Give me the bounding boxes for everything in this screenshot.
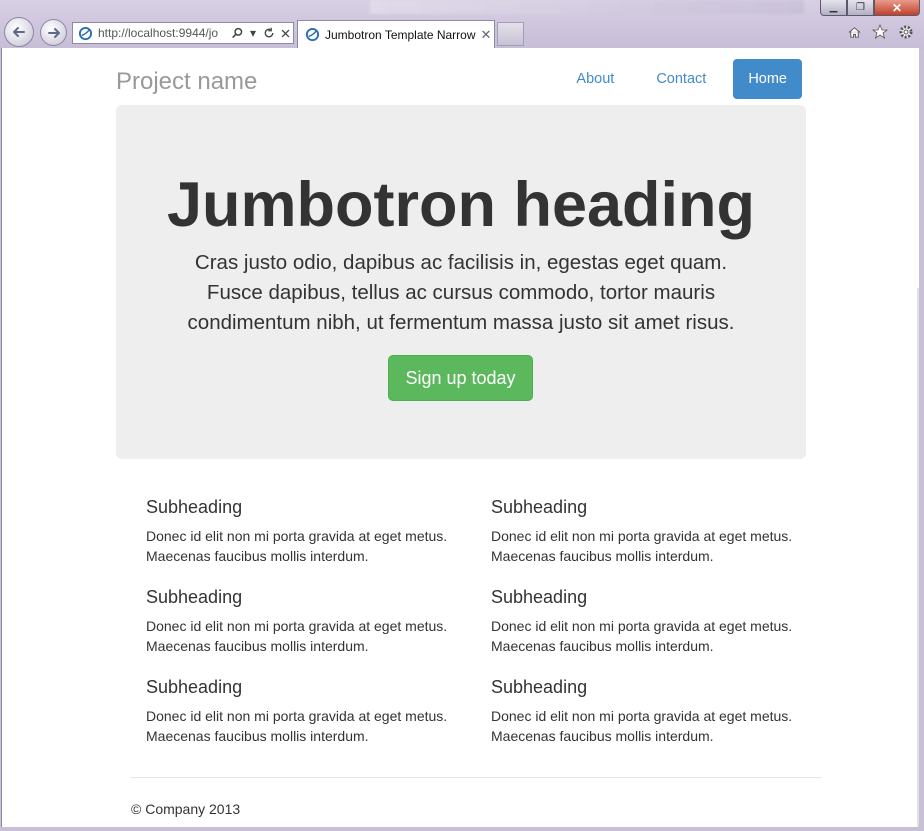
- address-url[interactable]: http://localhost:9944/jo: [98, 26, 229, 40]
- background-blur: [370, 0, 804, 14]
- subheading: Subheading: [146, 587, 243, 607]
- footer-copyright: © Company 2013: [131, 801, 241, 817]
- marketing-text: Donec id elit non mi porta gravida at eg…: [146, 528, 448, 564]
- browser-chrome: http://localhost:9944/jo ▾ Jumbotron Tem…: [0, 0, 924, 50]
- subheading: Subheading: [146, 677, 243, 697]
- site-footer: © Company 2013: [131, 777, 821, 817]
- address-bar[interactable]: http://localhost:9944/jo ▾: [72, 22, 294, 44]
- marketing-item: Subheading Donec id elit non mi porta gr…: [146, 676, 466, 746]
- maximize-button[interactable]: ❐: [847, 0, 874, 16]
- tab-close-icon[interactable]: ✕: [478, 27, 494, 43]
- minimize-button[interactable]: ▁: [820, 0, 847, 16]
- tab-title: Jumbotron Template Narrow: [325, 27, 476, 42]
- marketing-text: Donec id elit non mi porta gravida at eg…: [491, 618, 793, 654]
- browser-toolbar: [846, 24, 914, 40]
- close-window-button[interactable]: ✕: [874, 0, 920, 16]
- site-nav: About Contact Home: [549, 59, 802, 99]
- new-tab-button[interactable]: [497, 22, 524, 46]
- search-icon[interactable]: [229, 24, 245, 42]
- marketing-item: Subheading Donec id elit non mi porta gr…: [491, 676, 811, 746]
- home-icon[interactable]: [846, 24, 862, 40]
- address-url-rest: :9944/jo: [175, 26, 219, 40]
- forward-button[interactable]: [40, 19, 67, 46]
- site-header: Project name About Contact Home: [116, 48, 806, 104]
- marketing-item: Subheading Donec id elit non mi porta gr…: [491, 496, 811, 566]
- jumbotron: Jumbotron heading Cras justo odio, dapib…: [116, 105, 806, 459]
- star-icon[interactable]: [872, 24, 888, 40]
- brand-title: Project name: [116, 68, 258, 95]
- subheading: Subheading: [146, 497, 243, 517]
- page-viewport: Project name About Contact Home Jumbotro…: [1, 48, 919, 827]
- page-container: Project name About Contact Home Jumbotro…: [116, 48, 806, 459]
- marketing-text: Donec id elit non mi porta gravida at eg…: [146, 708, 448, 744]
- subheading: Subheading: [491, 587, 588, 607]
- marketing-text: Donec id elit non mi porta gravida at eg…: [491, 708, 793, 744]
- gear-icon[interactable]: [898, 24, 914, 40]
- jumbotron-heading: Jumbotron heading: [167, 170, 755, 240]
- jumbotron-lead: Cras justo odio, dapibus ac facilisis in…: [187, 251, 735, 334]
- ie-site-icon: [303, 26, 321, 44]
- refresh-icon[interactable]: [261, 24, 277, 42]
- nav-about[interactable]: About: [561, 59, 629, 99]
- window-controls: ▁ ❐ ✕: [820, 0, 920, 16]
- back-button[interactable]: [4, 17, 34, 47]
- marketing-item: Subheading Donec id elit non mi porta gr…: [146, 496, 466, 566]
- forward-arrow-icon: [47, 27, 60, 38]
- marketing-text: Donec id elit non mi porta gravida at eg…: [491, 528, 793, 564]
- nav-home[interactable]: Home: [733, 59, 802, 99]
- sign-up-button[interactable]: Sign up today: [388, 355, 533, 401]
- marketing-item: Subheading Donec id elit non mi porta gr…: [491, 586, 811, 656]
- scrollbar[interactable]: [917, 288, 919, 827]
- chevron-down-icon[interactable]: ▾: [245, 24, 261, 42]
- tab-jumbotron[interactable]: Jumbotron Template Narrow ✕: [297, 20, 495, 48]
- address-url-host: http://localhost: [98, 26, 176, 40]
- subheading: Subheading: [491, 497, 588, 517]
- marketing-item: Subheading Donec id elit non mi porta gr…: [146, 586, 466, 656]
- back-arrow-icon: [13, 27, 25, 37]
- nav-contact[interactable]: Contact: [641, 59, 721, 99]
- marketing-text: Donec id elit non mi porta gravida at eg…: [146, 618, 448, 654]
- subheading: Subheading: [491, 677, 588, 697]
- close-icon[interactable]: [277, 24, 293, 42]
- ie-site-icon: [76, 24, 94, 42]
